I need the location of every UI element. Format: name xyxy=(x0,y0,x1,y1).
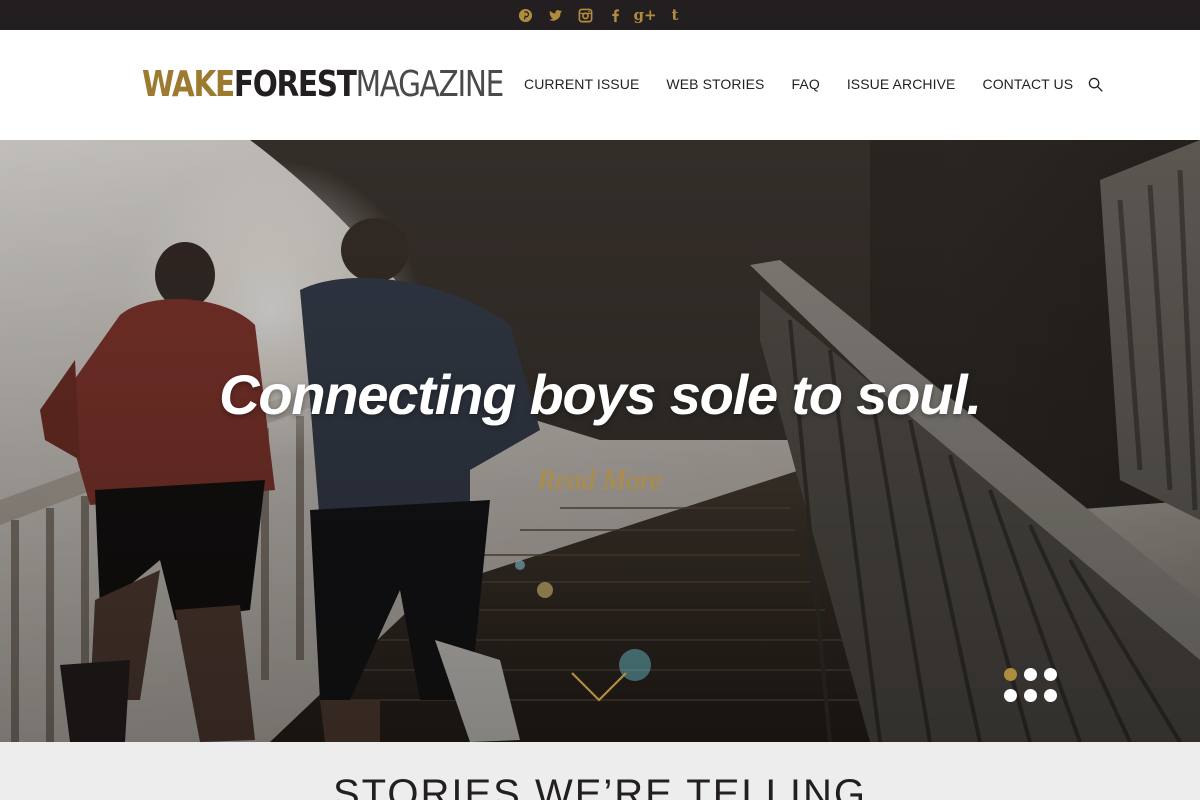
site-header: WAKEFORESTMAGAZINE CURRENT ISSUE WEB STO… xyxy=(0,30,1200,140)
hero-banner: Connecting boys sole to soul. Read More xyxy=(0,140,1200,742)
slide-dot[interactable] xyxy=(1004,689,1017,702)
nav-contact-us[interactable]: CONTACT US xyxy=(982,76,1073,92)
social-bar: g+ t xyxy=(0,0,1200,30)
nav-issue-archive[interactable]: ISSUE ARCHIVE xyxy=(847,76,956,92)
slide-dot[interactable] xyxy=(1004,668,1017,681)
facebook-icon[interactable] xyxy=(607,7,623,23)
google-plus-icon[interactable]: g+ xyxy=(633,7,656,23)
slide-indicator xyxy=(1004,668,1060,704)
slide-dot[interactable] xyxy=(1024,689,1037,702)
stories-section: STORIES WE’RE TELLING xyxy=(0,742,1200,800)
section-heading: STORIES WE’RE TELLING xyxy=(333,772,867,800)
slide-dot[interactable] xyxy=(1024,668,1037,681)
slide-dot[interactable] xyxy=(1044,689,1057,702)
main-nav: CURRENT ISSUE WEB STORIES FAQ ISSUE ARCH… xyxy=(524,74,1104,94)
tumblr-icon[interactable]: t xyxy=(667,7,683,23)
logo-word-wake: WAKE xyxy=(142,64,235,105)
search-icon[interactable] xyxy=(1088,76,1104,92)
nav-faq[interactable]: FAQ xyxy=(792,76,820,92)
nav-web-stories[interactable]: WEB STORIES xyxy=(666,76,764,92)
hero-photo xyxy=(0,140,1200,742)
slide-dot[interactable] xyxy=(1044,668,1057,681)
hero-headline: Connecting boys sole to soul. xyxy=(219,363,982,426)
site-logo[interactable]: WAKEFORESTMAGAZINE xyxy=(142,64,505,105)
nav-current-issue[interactable]: CURRENT ISSUE xyxy=(524,76,639,92)
instagram-icon[interactable] xyxy=(577,7,593,23)
logo-word-forest: FOREST xyxy=(233,64,357,105)
chevron-down-icon[interactable] xyxy=(570,670,628,704)
read-more-link[interactable]: Read More xyxy=(0,465,1200,497)
logo-word-magazine: MAGAZINE xyxy=(355,64,505,105)
pinterest-icon[interactable] xyxy=(517,7,533,23)
twitter-icon[interactable] xyxy=(547,7,563,23)
